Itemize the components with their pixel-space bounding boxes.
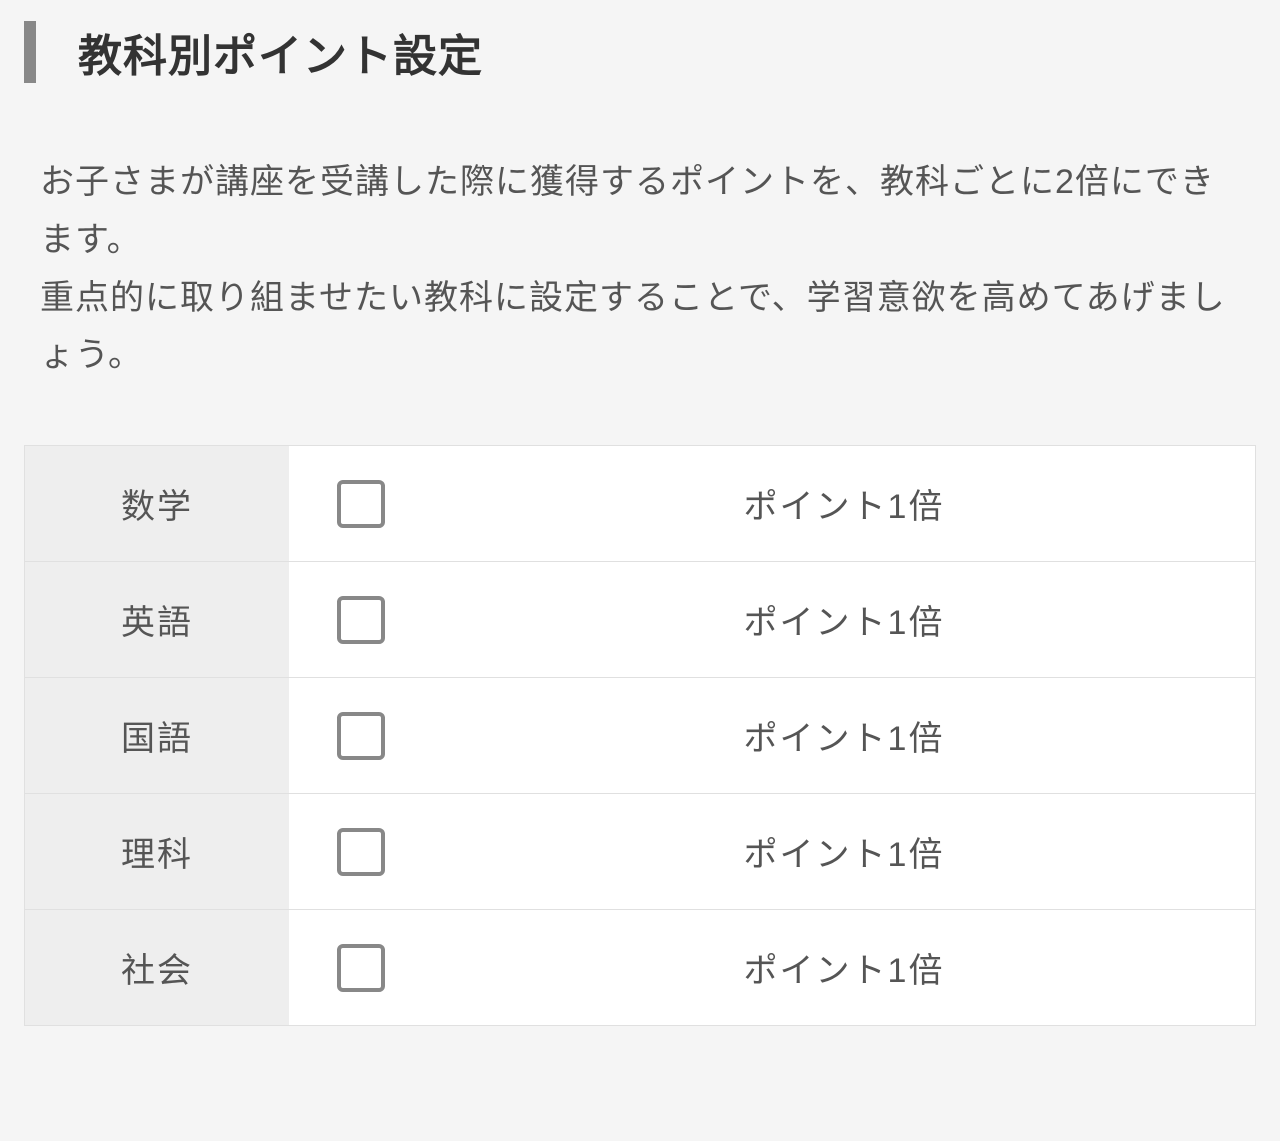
accent-bar bbox=[24, 21, 36, 83]
subject-status: ポイント1倍 bbox=[433, 562, 1255, 677]
page-container: 教科別ポイント設定 お子さまが講座を受講した際に獲得するポイントを、教科ごとに2… bbox=[0, 20, 1280, 1026]
page-title: 教科別ポイント設定 bbox=[78, 20, 483, 84]
subject-status: ポイント1倍 bbox=[433, 678, 1255, 793]
table-row: 国語 ポイント1倍 bbox=[25, 678, 1255, 794]
subject-checkbox-science[interactable] bbox=[337, 828, 385, 876]
subject-status: ポイント1倍 bbox=[433, 910, 1255, 1025]
subject-status: ポイント1倍 bbox=[433, 794, 1255, 909]
subject-name: 社会 bbox=[25, 910, 289, 1025]
table-row: 社会 ポイント1倍 bbox=[25, 910, 1255, 1026]
description: お子さまが講座を受講した際に獲得するポイントを、教科ごとに2倍にできます。 重点… bbox=[24, 154, 1256, 385]
description-line-1: お子さまが講座を受講した際に獲得するポイントを、教科ごとに2倍にできます。 bbox=[40, 154, 1240, 270]
table-row: 理科 ポイント1倍 bbox=[25, 794, 1255, 910]
checkbox-cell bbox=[289, 562, 433, 677]
subject-name: 英語 bbox=[25, 562, 289, 677]
subject-status: ポイント1倍 bbox=[433, 446, 1255, 561]
table-row: 数学 ポイント1倍 bbox=[25, 446, 1255, 562]
subject-name: 理科 bbox=[25, 794, 289, 909]
subject-name: 数学 bbox=[25, 446, 289, 561]
checkbox-cell bbox=[289, 446, 433, 561]
checkbox-cell bbox=[289, 678, 433, 793]
description-line-2: 重点的に取り組ませたい教科に設定することで、学習意欲を高めてあげましょう。 bbox=[40, 270, 1240, 386]
subject-checkbox-english[interactable] bbox=[337, 596, 385, 644]
checkbox-cell bbox=[289, 794, 433, 909]
subject-table: 数学 ポイント1倍 英語 ポイント1倍 国語 ポイント1倍 理科 bbox=[24, 445, 1256, 1026]
subject-checkbox-social[interactable] bbox=[337, 944, 385, 992]
checkbox-cell bbox=[289, 910, 433, 1025]
subject-name: 国語 bbox=[25, 678, 289, 793]
subject-checkbox-math[interactable] bbox=[337, 480, 385, 528]
subject-checkbox-japanese[interactable] bbox=[337, 712, 385, 760]
table-row: 英語 ポイント1倍 bbox=[25, 562, 1255, 678]
header-row: 教科別ポイント設定 bbox=[24, 20, 1256, 84]
